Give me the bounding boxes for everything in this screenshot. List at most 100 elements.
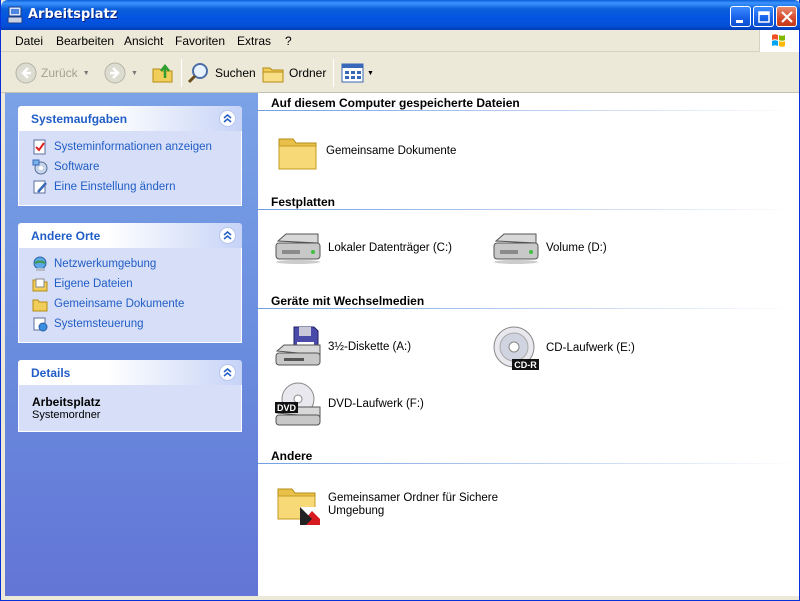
cd-drive-icon: CD-R xyxy=(493,326,539,370)
hard-disk-icon xyxy=(493,233,539,264)
group-divider xyxy=(258,110,799,111)
item-label: CD-Laufwerk (E:) xyxy=(546,341,635,354)
search-label: Suchen xyxy=(215,66,256,80)
toolbar-separator xyxy=(333,59,334,87)
group-header-stored-files: Auf diesem Computer gespeicherte Dateien xyxy=(271,96,520,110)
dvd-drive-icon: DVD xyxy=(275,382,321,426)
item-sandbox-folder[interactable]: Gemeinsamer Ordner für Sichere Umgebung xyxy=(276,483,498,527)
task-label: Systeminformationen anzeigen xyxy=(54,141,212,153)
search-button[interactable]: Suchen xyxy=(187,61,256,85)
forward-button[interactable]: ▼ xyxy=(104,61,138,85)
close-button[interactable] xyxy=(776,6,797,27)
details-type: Systemordner xyxy=(32,409,101,421)
windows-logo xyxy=(759,30,799,52)
up-folder-button[interactable] xyxy=(151,61,175,85)
task-label: Software xyxy=(54,161,100,173)
item-label: Gemeinsamer Ordner für Sichere Umgebung xyxy=(328,492,499,517)
shared-folder-icon xyxy=(277,488,320,525)
window-title: Arbeitsplatz xyxy=(28,7,118,22)
item-label: 3½-Diskette (A:) xyxy=(328,340,412,353)
details-name: Arbeitsplatz xyxy=(32,395,101,409)
task-label: Eine Einstellung ändern xyxy=(54,181,176,193)
back-dropdown-icon[interactable]: ▼ xyxy=(83,70,90,77)
control-panel-icon xyxy=(33,317,48,332)
collapse-chevron-icon[interactable] xyxy=(219,110,236,127)
menu-file[interactable]: Datei xyxy=(15,34,43,48)
task-change-setting[interactable]: Eine Einstellung ändern xyxy=(19,177,241,197)
details-body: Arbeitsplatz Systemordner xyxy=(18,385,242,432)
forward-arrow-icon xyxy=(104,62,126,84)
place-label: Gemeinsame Dokumente xyxy=(54,298,185,310)
folder-icon xyxy=(32,299,48,312)
item-label: Volume (D:) xyxy=(546,241,607,254)
other-places-title: Andere Orte xyxy=(31,229,101,243)
details-header[interactable]: Details xyxy=(18,360,242,385)
place-network[interactable]: Netzwerkumgebung xyxy=(19,254,241,274)
task-software[interactable]: Software xyxy=(19,157,241,177)
views-button[interactable]: ▼ xyxy=(341,61,374,85)
collapse-chevron-icon[interactable] xyxy=(219,227,236,244)
menu-tools[interactable]: Extras xyxy=(237,34,271,48)
dvd-badge: DVD xyxy=(277,403,297,413)
my-documents-icon xyxy=(32,278,48,292)
item-label: DVD-Laufwerk (F:) xyxy=(328,397,424,410)
network-icon xyxy=(33,256,47,271)
menu-favorites[interactable]: Favoriten xyxy=(175,34,225,48)
minimize-button[interactable] xyxy=(730,6,751,27)
maximize-icon xyxy=(758,11,770,23)
item-shared-documents[interactable]: Gemeinsame Dokumente xyxy=(276,131,456,171)
group-divider xyxy=(258,209,799,210)
forward-dropdown-icon[interactable]: ▼ xyxy=(131,70,138,77)
folder-icon xyxy=(278,138,317,170)
my-computer-icon xyxy=(7,6,23,24)
floppy-drive-icon xyxy=(275,326,321,366)
toolbar: Zurück ▼ ▼ Suchen Ordner ▼ xyxy=(1,53,799,93)
system-tasks-body: Systeminformationen anzeigen Software Ei… xyxy=(18,131,242,206)
place-control-panel[interactable]: Systemsteuerung xyxy=(19,314,241,334)
item-dvd-f[interactable]: DVD DVD-Laufwerk (F:) xyxy=(274,381,424,427)
back-button[interactable]: Zurück ▼ xyxy=(15,61,90,85)
views-icon xyxy=(341,63,364,83)
system-tasks-title: Systemaufgaben xyxy=(31,112,128,126)
system-info-icon xyxy=(33,139,46,155)
item-drive-d[interactable]: Volume (D:) xyxy=(492,231,607,265)
content-pane: Auf diesem Computer gespeicherte Dateien… xyxy=(258,93,799,596)
back-arrow-icon xyxy=(15,62,37,84)
back-label: Zurück xyxy=(41,66,78,80)
place-shared-documents[interactable]: Gemeinsame Dokumente xyxy=(19,294,241,314)
place-my-documents[interactable]: Eigene Dateien xyxy=(19,274,241,294)
folders-icon xyxy=(262,67,284,83)
search-icon xyxy=(187,63,208,84)
software-icon xyxy=(32,159,48,175)
group-divider xyxy=(258,463,799,464)
group-header-other: Andere xyxy=(271,449,313,463)
group-header-removable: Geräte mit Wechselmedien xyxy=(271,294,425,308)
system-tasks-panel: Systemaufgaben Systeminformationen anzei… xyxy=(18,106,242,206)
title-bar[interactable]: Arbeitsplatz xyxy=(1,0,800,30)
menu-help[interactable]: ? xyxy=(285,34,292,48)
item-cd-e[interactable]: CD-R CD-Laufwerk (E:) xyxy=(492,325,635,371)
views-dropdown-icon[interactable]: ▼ xyxy=(367,70,374,77)
other-places-header[interactable]: Andere Orte xyxy=(18,223,242,248)
system-tasks-header[interactable]: Systemaufgaben xyxy=(18,106,242,131)
folder-up-icon xyxy=(152,63,173,83)
minimize-icon xyxy=(736,20,743,23)
place-label: Netzwerkumgebung xyxy=(54,258,157,270)
hard-disk-icon xyxy=(275,233,321,264)
item-floppy-a[interactable]: 3½-Diskette (A:) xyxy=(274,325,411,369)
details-panel: Details Arbeitsplatz Systemordner xyxy=(18,360,242,432)
other-places-panel: Andere Orte Netzwerkumgebung Eigene Date… xyxy=(18,223,242,343)
cd-badge: CD-R xyxy=(514,360,537,370)
settings-icon xyxy=(33,180,47,194)
collapse-chevron-icon[interactable] xyxy=(219,364,236,381)
menu-bar: Datei Bearbeiten Ansicht Favoriten Extra… xyxy=(1,30,799,52)
task-pane: Systemaufgaben Systeminformationen anzei… xyxy=(5,93,258,596)
item-drive-c[interactable]: Lokaler Datenträger (C:) xyxy=(274,231,452,265)
menu-view[interactable]: Ansicht xyxy=(124,34,163,48)
maximize-button[interactable] xyxy=(753,6,774,27)
menu-edit[interactable]: Bearbeiten xyxy=(56,34,114,48)
details-title: Details xyxy=(31,366,71,380)
item-label: Lokaler Datenträger (C:) xyxy=(328,241,452,254)
folders-button[interactable]: Ordner xyxy=(261,61,326,85)
task-system-info[interactable]: Systeminformationen anzeigen xyxy=(19,137,241,157)
